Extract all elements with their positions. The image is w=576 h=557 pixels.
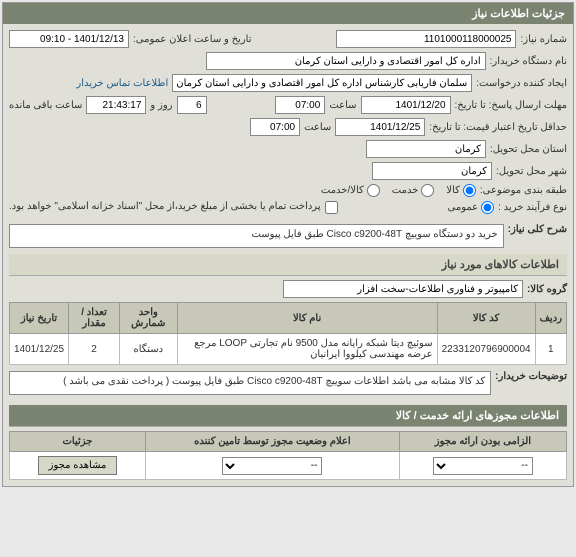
permits-table: الزامی بودن ارائه مجوز اعلام وضعیت مجوز …	[9, 431, 567, 480]
buyer-notes-label: توضیحات خریدار:	[495, 371, 567, 382]
cell-unit: دستگاه	[120, 334, 178, 365]
group-label: گروه کالا:	[527, 284, 567, 295]
remain-label: ساعت باقی مانده	[9, 100, 82, 111]
day-label: روز و	[150, 100, 172, 111]
need-no-label: شماره نیاز:	[520, 34, 567, 45]
cell-mandatory: --	[399, 452, 566, 480]
announce-label: تاریخ و ساعت اعلان عمومی:	[133, 34, 252, 45]
valid-date-field[interactable]	[335, 118, 425, 136]
cell-name: سوئیچ دیتا شبکه رایانه مدل 9500 نام تجار…	[177, 334, 437, 365]
buyer-org-field[interactable]	[206, 52, 486, 70]
time-label-1: ساعت	[329, 100, 356, 111]
need-city-field[interactable]	[366, 140, 486, 158]
announce-field[interactable]	[9, 30, 129, 48]
buy-type-label: نوع فرآیند خرید :	[498, 202, 567, 213]
mandatory-select[interactable]: --	[433, 457, 533, 475]
buyer-org-label: نام دستگاه خریدار:	[490, 56, 567, 67]
table-row[interactable]: 1 2233120796900004 سوئیچ دیتا شبکه رایان…	[10, 334, 567, 365]
col-row: ردیف	[535, 303, 566, 334]
creator-label: ایجاد کننده درخواست:	[476, 78, 567, 89]
cell-status: --	[146, 452, 400, 480]
contact-buyer-link[interactable]: اطلاعات تماس خریدار	[76, 78, 168, 89]
col-mandatory: الزامی بودن ارائه مجوز	[399, 432, 566, 452]
panel-title: جزئیات اطلاعات نیاز	[3, 3, 573, 24]
cell-qty: 2	[69, 334, 120, 365]
valid-hour-field[interactable]	[250, 118, 300, 136]
col-name: نام کالا	[177, 303, 437, 334]
status-select[interactable]: --	[222, 457, 322, 475]
buyer-notes-text: کد کالا مشابه می باشد اطلاعات سوییچ Cisc…	[9, 371, 491, 395]
items-section-title: اطلاعات کالاهای مورد نیاز	[9, 254, 567, 276]
reply-hour-field[interactable]	[275, 96, 325, 114]
need-no-field[interactable]	[336, 30, 516, 48]
reply-date-field[interactable]	[361, 96, 451, 114]
items-table: ردیف کد کالا نام کالا واحد شمارش تعداد /…	[9, 302, 567, 365]
cell-code: 2233120796900004	[437, 334, 535, 365]
col-need-date: تاریخ نیاز	[10, 303, 69, 334]
buy-type-open-label: عمومی	[448, 202, 479, 213]
reply-deadline-label: مهلت ارسال پاسخ: تا تاریخ:	[455, 100, 567, 111]
deliver-city-label: شهر محل تحویل:	[496, 166, 567, 177]
deliver-city-field[interactable]	[372, 162, 492, 180]
desc-header-label: شرح کلی نیاز:	[508, 224, 567, 235]
min-valid-label: حداقل تاریخ اعتبار قیمت: تا تاریخ:	[429, 122, 567, 133]
cat-service-label: خدمت	[392, 185, 419, 196]
creator-field[interactable]	[172, 74, 472, 92]
desc-text: خرید دو دستگاه سوییچ Cisco c9200-48T طبق…	[9, 224, 504, 248]
group-field[interactable]	[283, 280, 523, 298]
buy-type-open-radio[interactable]	[481, 201, 494, 214]
cell-details: مشاهده مجوز	[10, 452, 146, 480]
col-qty: تعداد / مقدار	[69, 303, 120, 334]
col-unit: واحد شمارش	[120, 303, 178, 334]
cell-row: 1	[535, 334, 566, 365]
col-code: کد کالا	[437, 303, 535, 334]
items-header-row: ردیف کد کالا نام کالا واحد شمارش تعداد /…	[10, 303, 567, 334]
buy-type-group: عمومی	[448, 201, 495, 214]
col-status: اعلام وضعیت مجوز توسط تامین کننده	[146, 432, 400, 452]
need-city-label: استان محل تحویل:	[490, 144, 567, 155]
treasury-checkbox[interactable]	[325, 201, 338, 214]
cell-need-date: 1401/12/25	[10, 334, 69, 365]
category-label: طبقه بندی موضوعی:	[480, 185, 567, 196]
permits-section-title: اطلاعات مجوزهای ارائه خدمت / کالا	[9, 405, 567, 427]
permits-row: -- -- مشاهده مجوز	[10, 452, 567, 480]
partial-pay-label: پرداخت تمام یا بخشی از مبلغ خرید،از محل …	[9, 201, 321, 212]
cat-goods-radio[interactable]	[463, 184, 476, 197]
need-details-panel: جزئیات اطلاعات نیاز شماره نیاز: تاریخ و …	[2, 2, 574, 487]
days-remaining-field[interactable]	[177, 96, 207, 114]
view-permit-button[interactable]: مشاهده مجوز	[38, 456, 118, 475]
time-label-2: ساعت	[304, 122, 331, 133]
cat-both-radio[interactable]	[367, 184, 380, 197]
cat-service-radio[interactable]	[421, 184, 434, 197]
cat-goods-label: کالا	[446, 185, 460, 196]
category-radio-group: کالا خدمت کالا/خدمت	[321, 184, 476, 197]
permits-header-row: الزامی بودن ارائه مجوز اعلام وضعیت مجوز …	[10, 432, 567, 452]
time-remaining-field[interactable]	[86, 96, 146, 114]
col-details: جزئیات	[10, 432, 146, 452]
cat-both-label: کالا/خدمت	[321, 185, 364, 196]
